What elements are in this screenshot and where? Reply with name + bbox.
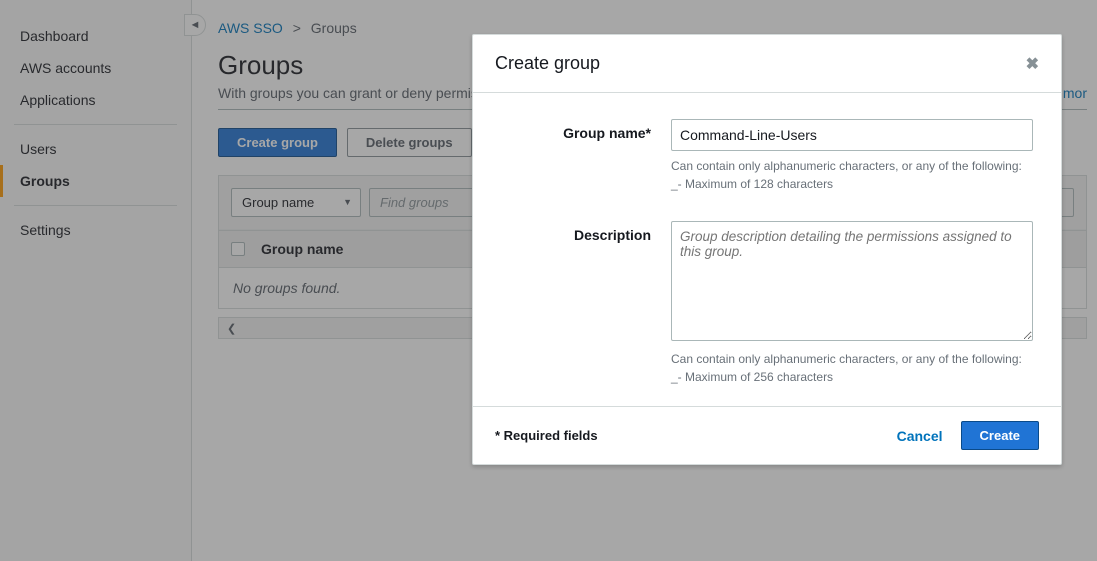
group-name-input[interactable] bbox=[671, 119, 1033, 151]
description-textarea[interactable] bbox=[671, 221, 1033, 341]
description-label: Description bbox=[501, 221, 651, 386]
cancel-button[interactable]: Cancel bbox=[897, 428, 943, 444]
group-name-label: Group name* bbox=[501, 119, 651, 193]
required-fields-note: * Required fields bbox=[495, 428, 598, 443]
modal-title: Create group bbox=[495, 53, 600, 74]
close-icon[interactable]: ✖ bbox=[1026, 54, 1039, 74]
create-button[interactable]: Create bbox=[961, 421, 1039, 450]
create-group-modal: Create group ✖ Group name* Can contain o… bbox=[472, 34, 1062, 465]
group-name-hint: Can contain only alphanumeric characters… bbox=[671, 157, 1033, 193]
description-hint: Can contain only alphanumeric characters… bbox=[671, 350, 1033, 386]
